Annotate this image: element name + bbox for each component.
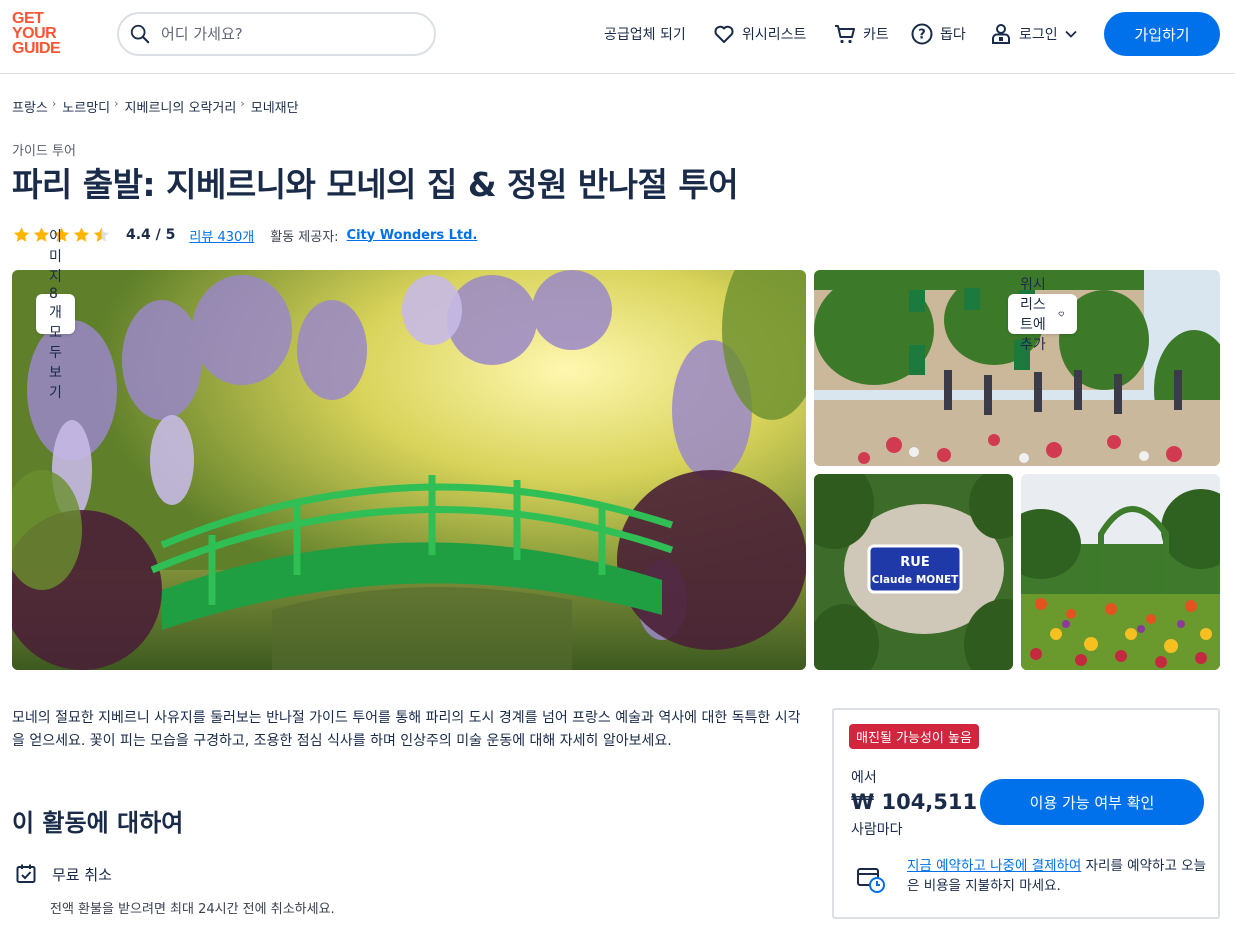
breadcrumb-item[interactable]: 지베르니의 오락거리 xyxy=(125,97,237,116)
about-heading: 이 활동에 대하여 xyxy=(12,809,184,837)
provider-label: 활동 제공자: xyxy=(270,229,339,245)
add-to-wishlist-button[interactable]: 위시리스트에 추가 xyxy=(1008,277,1077,353)
logo-line: GUIDE xyxy=(12,40,61,57)
login-menu[interactable]: 로그인 xyxy=(989,0,1078,68)
check-availability-button[interactable]: 이용 가능 여부 확인 xyxy=(980,779,1204,825)
likely-to-sell-out-badge: 매진될 가능성이 높음 xyxy=(849,724,979,749)
sign-line-name: Claude MONET xyxy=(872,574,959,586)
main-photo-bridge[interactable] xyxy=(12,270,806,670)
star-icon xyxy=(73,227,90,242)
heart-icon xyxy=(1058,311,1065,317)
chevron-right-icon: › xyxy=(240,97,245,110)
user-icon xyxy=(992,24,1010,44)
logo-line: YOUR xyxy=(12,25,57,42)
calendar-clock-icon xyxy=(857,868,885,893)
wishlist-label: 위시리스트 xyxy=(742,27,807,43)
star-rating xyxy=(12,226,112,244)
free-cancellation-feature: 무료 취소 xyxy=(14,862,112,886)
cart-label: 카트 xyxy=(863,27,889,43)
svg-text:?: ? xyxy=(918,28,926,43)
feature-description: 전액 환불을 받으려면 최대 24시간 전에 취소하세요. xyxy=(50,902,335,917)
help-label: 돕다 xyxy=(940,27,966,43)
page-title: 파리 출발: 지베르니와 모네의 집 & 정원 반나절 투어 xyxy=(12,165,739,204)
login-label: 로그인 xyxy=(1019,27,1058,43)
help-link[interactable]: ? 돕다 xyxy=(910,0,966,68)
price-from-label: 에서 xyxy=(851,770,877,786)
reviews-link[interactable]: 리뷰 430개 xyxy=(189,226,254,245)
site-header: GET YOUR GUIDE 공급업체 되기 위시리스트 카트 ? 돕다 로그인… xyxy=(0,0,1235,74)
see-all-photos-button[interactable]: 이미지 8개 모두 보기 xyxy=(36,229,75,401)
supplier-link[interactable]: 공급업체 되기 xyxy=(604,0,686,68)
chevron-right-icon: › xyxy=(114,97,119,110)
wishlist-link[interactable]: 위시리스트 xyxy=(712,0,806,68)
reserve-now-link[interactable]: 지금 예약하고 나중에 결제하여 xyxy=(907,858,1081,874)
booking-panel: 매진될 가능성이 높음 에서 ₩ 104,511 사람마다 이용 가능 여부 확… xyxy=(832,708,1220,919)
rating-score: 4.4 / 5 xyxy=(126,227,176,243)
price-value: ₩ 104,511 xyxy=(851,790,978,814)
rating-row: 4.4 / 5 리뷰 430개 활동 제공자: City Wonders Ltd… xyxy=(12,225,477,245)
logo-line: GET xyxy=(12,10,44,27)
heart-icon xyxy=(714,25,734,43)
search-icon xyxy=(130,24,150,44)
calendar-check-icon xyxy=(16,864,36,883)
photo-street-sign[interactable]: RUE Claude MONET xyxy=(814,474,1013,670)
activity-description: 모네의 절묘한 지베르니 사유지를 둘러보는 반나절 가이드 투어를 통해 파리… xyxy=(12,710,801,749)
breadcrumb-item[interactable]: 프랑스 xyxy=(12,97,48,116)
cart-icon xyxy=(835,25,855,44)
chevron-down-icon xyxy=(1065,30,1077,38)
supplier-label: 공급업체 되기 xyxy=(604,27,686,43)
breadcrumb: 프랑스 › 노르망디 › 지베르니의 오락거리 › 모네재단 xyxy=(12,97,299,116)
getyourguide-logo[interactable]: GET YOUR GUIDE xyxy=(12,11,72,59)
half-star-icon xyxy=(93,227,110,242)
add-wishlist-label: 위시리스트에 추가 xyxy=(1020,277,1046,353)
provider-link[interactable]: City Wonders Ltd. xyxy=(347,228,478,243)
breadcrumb-item[interactable]: 노르망디 xyxy=(62,97,110,116)
help-icon: ? xyxy=(911,23,933,45)
price-per-person-label: 사람마다 xyxy=(851,822,903,838)
search-bar[interactable] xyxy=(117,12,436,56)
breadcrumb-item[interactable]: 모네재단 xyxy=(251,97,299,116)
sign-line-rue: RUE xyxy=(900,555,929,570)
cart-link[interactable]: 카트 xyxy=(833,0,889,68)
star-icon xyxy=(13,227,30,242)
signup-button[interactable]: 가입하기 xyxy=(1104,12,1220,56)
activity-category: 가이드 투어 xyxy=(12,144,76,159)
feature-title: 무료 취소 xyxy=(52,865,112,884)
search-input[interactable] xyxy=(161,25,401,43)
see-all-label: 이미지 8개 모두 보기 xyxy=(49,229,62,401)
chevron-right-icon: › xyxy=(51,97,57,110)
photo-flower-garden[interactable] xyxy=(1021,474,1220,670)
